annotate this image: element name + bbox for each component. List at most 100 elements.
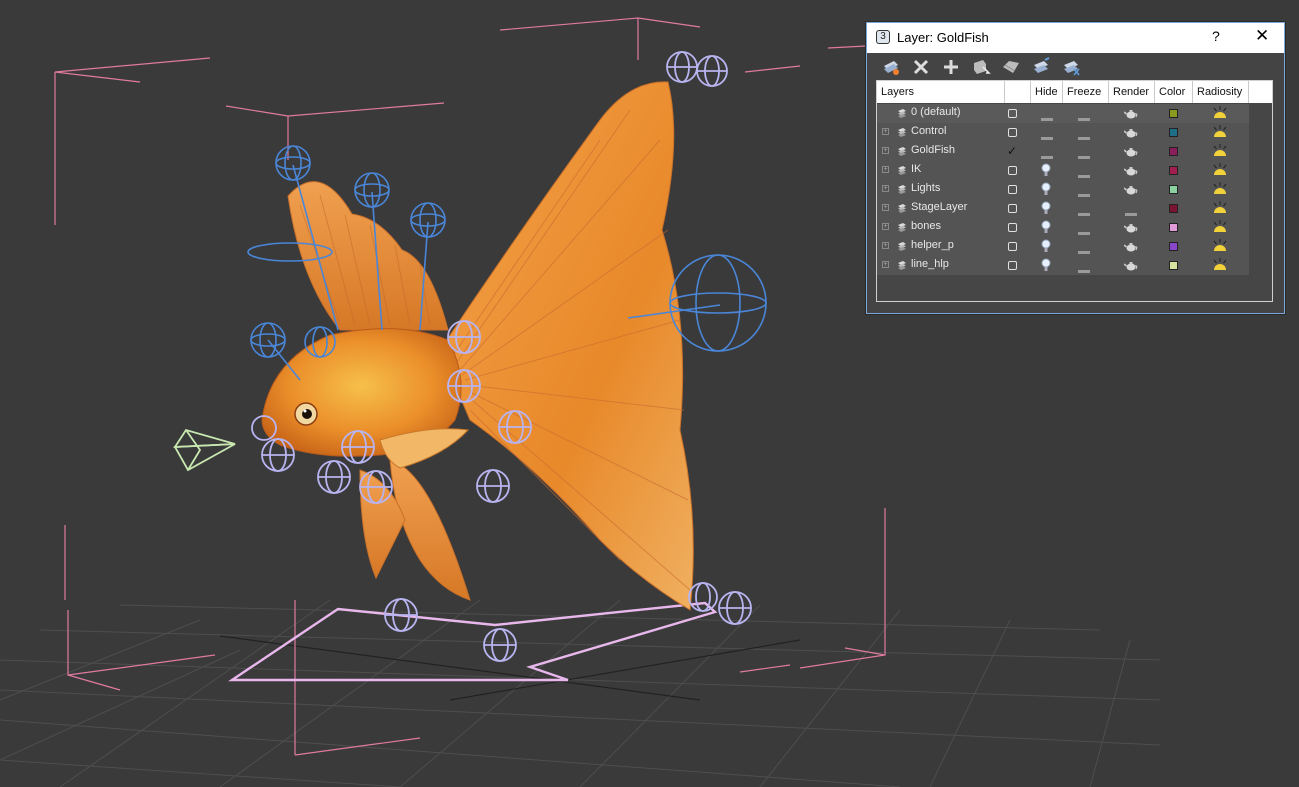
radiosity-icon[interactable] xyxy=(1211,142,1229,160)
set-current-checkbox[interactable] xyxy=(1008,242,1017,251)
teapot-icon[interactable] xyxy=(1123,184,1138,195)
layer-name[interactable]: 0 (default) xyxy=(911,106,961,118)
freeze-all-layers-button[interactable] xyxy=(1061,57,1081,77)
lightbulb-icon[interactable] xyxy=(1041,201,1051,216)
lightbulb-icon[interactable] xyxy=(1041,182,1051,197)
set-current-checkbox[interactable] xyxy=(1008,185,1017,194)
layer-row[interactable]: + GoldFish ✓ xyxy=(877,142,1249,161)
expand-toggle[interactable]: + xyxy=(882,128,889,135)
layer-color-swatch[interactable] xyxy=(1169,223,1178,232)
layer-name[interactable]: bones xyxy=(911,220,941,232)
layer-color-swatch[interactable] xyxy=(1169,261,1178,270)
set-current-checkbox[interactable] xyxy=(1008,109,1017,118)
layer-name[interactable]: Lights xyxy=(911,182,940,194)
column-header-layers[interactable]: Layers xyxy=(877,81,1005,103)
highlight-layer-button[interactable] xyxy=(1001,57,1021,77)
teapot-icon[interactable] xyxy=(1123,108,1138,119)
column-header-radiosity[interactable]: Radiosity xyxy=(1193,81,1249,103)
add-to-layer-button[interactable] xyxy=(941,57,961,77)
layer-name[interactable]: line_hlp xyxy=(911,258,949,270)
radiosity-icon[interactable] xyxy=(1211,180,1229,198)
expand-toggle[interactable]: + xyxy=(882,204,889,211)
set-current-checkbox[interactable] xyxy=(1008,223,1017,232)
expand-toggle[interactable]: + xyxy=(882,166,889,173)
freeze-toggle-dash-icon[interactable] xyxy=(1078,188,1090,197)
layer-name[interactable]: helper_p xyxy=(911,239,954,251)
layer-row[interactable]: + StageLayer xyxy=(877,199,1249,218)
layer-row[interactable]: + IK xyxy=(877,161,1249,180)
layer-color-swatch[interactable] xyxy=(1169,166,1178,175)
radiosity-icon[interactable] xyxy=(1211,218,1229,236)
lightbulb-icon[interactable] xyxy=(1041,220,1051,235)
layer-color-swatch[interactable] xyxy=(1169,204,1178,213)
freeze-toggle-dash-icon[interactable] xyxy=(1078,226,1090,235)
layer-name[interactable]: Control xyxy=(911,125,946,137)
set-current-checkbox[interactable] xyxy=(1008,166,1017,175)
teapot-icon[interactable] xyxy=(1123,146,1138,157)
delete-layer-button[interactable] xyxy=(911,57,931,77)
radiosity-icon[interactable] xyxy=(1211,161,1229,179)
layer-name[interactable]: StageLayer xyxy=(911,201,967,213)
select-objects-button[interactable] xyxy=(971,57,991,77)
freeze-toggle-dash-icon[interactable] xyxy=(1078,264,1090,273)
expand-toggle[interactable]: + xyxy=(882,242,889,249)
radiosity-icon[interactable] xyxy=(1211,123,1229,141)
hide-toggle-dash-icon[interactable] xyxy=(1041,150,1053,159)
hide-toggle-dash-icon[interactable] xyxy=(1041,131,1053,140)
lightbulb-icon[interactable] xyxy=(1041,239,1051,254)
layer-row[interactable]: + helper_p xyxy=(877,237,1249,256)
expand-toggle[interactable]: + xyxy=(882,185,889,192)
radiosity-icon[interactable] xyxy=(1211,199,1229,217)
freeze-toggle-dash-icon[interactable] xyxy=(1078,131,1090,140)
set-current-checkbox[interactable] xyxy=(1008,204,1017,213)
expand-toggle[interactable]: + xyxy=(882,223,889,230)
layer-name[interactable]: IK xyxy=(911,163,921,175)
column-header-render[interactable]: Render xyxy=(1109,81,1155,103)
current-layer-check-icon[interactable]: ✓ xyxy=(1007,144,1017,158)
freeze-toggle-dash-icon[interactable] xyxy=(1078,112,1090,121)
teapot-icon[interactable] xyxy=(1123,241,1138,252)
layer-color-swatch[interactable] xyxy=(1169,185,1178,194)
freeze-toggle-dash-icon[interactable] xyxy=(1078,150,1090,159)
teapot-icon[interactable] xyxy=(1123,165,1138,176)
layer-color-swatch[interactable] xyxy=(1169,128,1178,137)
teapot-icon[interactable] xyxy=(1123,222,1138,233)
radiosity-icon[interactable] xyxy=(1211,104,1229,122)
layer-row[interactable]: + line_hlp xyxy=(877,256,1249,275)
expand-toggle[interactable]: + xyxy=(882,147,889,154)
create-new-layer-button[interactable] xyxy=(881,57,901,77)
layers-table[interactable]: Layers Hide Freeze Render Color Radiosit… xyxy=(876,80,1273,302)
column-header-hide[interactable]: Hide xyxy=(1031,81,1063,103)
dialog-titlebar[interactable]: 3 Layer: GoldFish ? ✕ xyxy=(867,23,1284,53)
teapot-icon[interactable] xyxy=(1123,260,1138,271)
teapot-icon[interactable] xyxy=(1123,127,1138,138)
freeze-toggle-dash-icon[interactable] xyxy=(1078,245,1090,254)
radiosity-icon[interactable] xyxy=(1211,237,1229,255)
layer-name[interactable]: GoldFish xyxy=(911,144,955,156)
radiosity-icon[interactable] xyxy=(1211,256,1229,274)
layer-row[interactable]: + Control xyxy=(877,123,1249,142)
layer-row[interactable]: + Lights xyxy=(877,180,1249,199)
column-header-freeze[interactable]: Freeze xyxy=(1063,81,1109,103)
layer-dialog[interactable]: 3 Layer: GoldFish ? ✕ Layers Hide Freeze… xyxy=(866,22,1285,314)
column-header-color[interactable]: Color xyxy=(1155,81,1193,103)
set-current-checkbox[interactable] xyxy=(1008,128,1017,137)
lightbulb-icon[interactable] xyxy=(1041,163,1051,178)
hide-all-layers-button[interactable] xyxy=(1031,57,1051,77)
layer-color-swatch[interactable] xyxy=(1169,147,1178,156)
layer-row[interactable]: + bones xyxy=(877,218,1249,237)
freeze-toggle-dash-icon[interactable] xyxy=(1078,169,1090,178)
layer-color-swatch[interactable] xyxy=(1169,242,1178,251)
plus-icon xyxy=(941,57,961,77)
layer-color-swatch[interactable] xyxy=(1169,109,1178,118)
lightbulb-icon[interactable] xyxy=(1041,258,1051,273)
expand-toggle[interactable]: + xyxy=(882,261,889,268)
freeze-toggle-dash-icon[interactable] xyxy=(1078,207,1090,216)
hide-toggle-dash-icon[interactable] xyxy=(1041,112,1053,121)
anal-fin xyxy=(389,459,471,601)
set-current-checkbox[interactable] xyxy=(1008,261,1017,270)
render-toggle-dash-icon[interactable] xyxy=(1125,207,1137,216)
layer-row[interactable]: 0 (default) xyxy=(877,104,1249,123)
close-button[interactable]: ✕ xyxy=(1255,26,1269,46)
help-button[interactable]: ? xyxy=(1212,28,1220,44)
